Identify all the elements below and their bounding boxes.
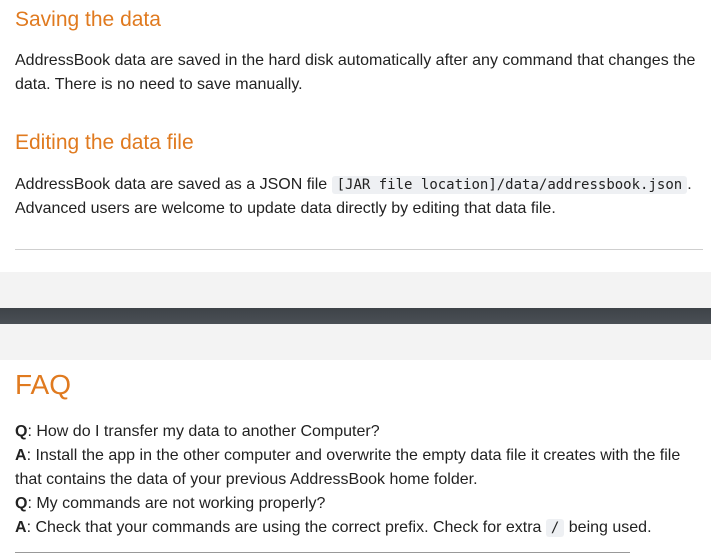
faq-question-1: Q: How do I transfer my data to another …: [15, 420, 693, 444]
answer-text: : Install the app in the other computer …: [15, 447, 681, 488]
faq-answer-1: A: Install the app in the other computer…: [15, 444, 693, 492]
editing-heading: Editing the data file: [15, 131, 194, 154]
q-marker: Q: [15, 423, 28, 440]
faq-answer-2: A: Check that your commands are using th…: [15, 516, 693, 540]
saving-heading: Saving the data: [15, 8, 161, 31]
page-gap-top: [0, 272, 711, 308]
page-gap-bottom: [0, 324, 711, 360]
slash-code: /: [545, 519, 565, 537]
question-text: : How do I transfer my data to another C…: [27, 423, 380, 440]
editing-text-prefix: AddressBook data are saved as a JSON fil…: [15, 176, 332, 193]
answer-text-prefix: : Check that your commands are using the…: [26, 519, 546, 536]
json-path-code: [JAR file location]/data/addressbook.jso…: [331, 176, 688, 194]
page-separator-bar: [0, 308, 711, 324]
saving-paragraph: AddressBook data are saved in the hard d…: [15, 52, 696, 93]
q-marker: Q: [15, 495, 28, 512]
section-divider: [15, 249, 703, 250]
faq-bottom-rule: [15, 552, 630, 553]
faq-question-2: Q: My commands are not working properly?: [15, 492, 693, 516]
faq-section: FAQ Q: How do I transfer my data to anot…: [0, 360, 711, 555]
editing-paragraph: AddressBook data are saved as a JSON fil…: [15, 173, 697, 221]
question-text: : My commands are not working properly?: [27, 495, 326, 512]
faq-heading: FAQ: [15, 369, 72, 400]
answer-text-suffix: being used.: [564, 519, 652, 536]
faq-list: Q: How do I transfer my data to another …: [15, 420, 693, 540]
saving-editing-section: Saving the data AddressBook data are sav…: [0, 0, 711, 272]
a-marker: A: [15, 519, 27, 536]
a-marker: A: [15, 447, 27, 464]
